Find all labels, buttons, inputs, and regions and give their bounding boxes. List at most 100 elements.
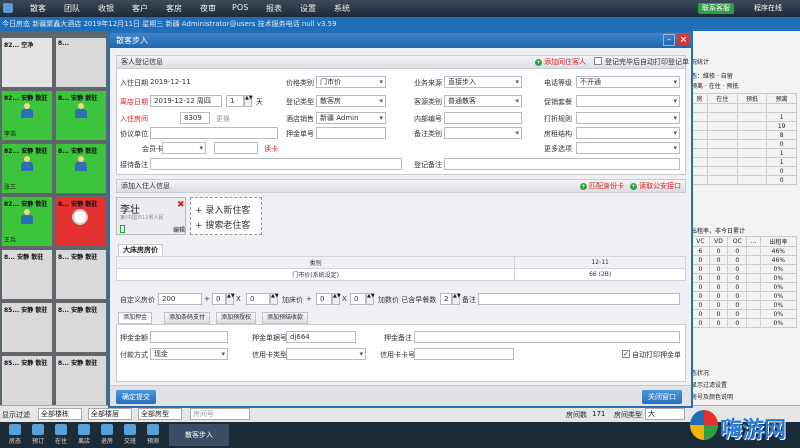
room-tile[interactable]: 82... 安静 散驻 张三 (1, 143, 53, 194)
stepper-1[interactable]: ▲▼ (226, 293, 235, 305)
auto-print-deposit-checkbox[interactable]: ✓ (622, 350, 630, 358)
deposit-no-input[interactable] (316, 127, 386, 139)
taskbar-item[interactable]: 预测 (144, 424, 162, 445)
extra-value-1[interactable]: 0 (212, 293, 226, 305)
tab-deposit[interactable]: 添加押金 (118, 312, 153, 324)
internal-no-input[interactable] (444, 112, 522, 124)
nav-item-walkin[interactable]: 散客 (30, 3, 46, 14)
discount-select[interactable] (576, 112, 680, 124)
member-card-select[interactable] (162, 142, 206, 154)
pay-method-select[interactable]: 现金 (150, 348, 228, 360)
more-options-select[interactable] (576, 142, 680, 154)
police-api-link[interactable]: + 读取公安接口 (630, 181, 681, 191)
credit-type-select[interactable] (286, 348, 366, 360)
room-type-select[interactable]: 全部房型 (138, 408, 182, 420)
nav-item-settings[interactable]: 设置 (300, 3, 316, 14)
online-status-button[interactable]: 程序在线 (752, 3, 784, 14)
taskbar-item[interactable]: 离店 (75, 424, 93, 445)
display-filter-settings-link[interactable]: 显示过滤设置 (691, 380, 727, 389)
match-id-card-link[interactable]: + 匹配身份卡 (580, 181, 624, 191)
change-room-link[interactable]: 更换 (216, 114, 230, 124)
room-number-field[interactable]: 8309 (180, 112, 210, 124)
room-tile[interactable]: 8... 安静 散驻 (55, 143, 107, 194)
taskbar-item[interactable]: 退房 (98, 424, 116, 445)
nav-item-night-audit[interactable]: 夜审 (200, 3, 216, 14)
stepper-4[interactable]: ▲▼ (366, 293, 375, 305)
price-type-select[interactable]: 门市价 (316, 76, 386, 88)
room-struct-select[interactable] (576, 127, 680, 139)
tab-prepay[interactable]: 添加预结收款 (262, 312, 309, 324)
backup-type-select[interactable] (444, 127, 522, 139)
read-card-link[interactable]: 读卡 (264, 144, 278, 154)
extra-value-2[interactable]: 0 (246, 293, 270, 305)
room-tile[interactable]: 8... 安静 散驻 (55, 302, 107, 353)
checkout-date-input[interactable]: 2019-12-12 周四 (150, 95, 222, 107)
agreement-input[interactable] (150, 127, 278, 139)
breakfast-stepper[interactable]: ▲▼ (452, 293, 461, 305)
floor-select[interactable]: 全部楼层 (88, 408, 132, 420)
reg-notes-input[interactable] (444, 158, 680, 170)
nav-item-cashier[interactable]: 收银 (98, 3, 114, 14)
customer-type-select[interactable]: 普通散客 (444, 95, 522, 107)
taskbar-active-window[interactable]: 散客步入 (169, 424, 229, 446)
deposit-amount-input[interactable] (150, 331, 228, 343)
room-tile[interactable]: 8... 安静 散驻 (55, 249, 107, 300)
nights-input[interactable]: 1 (226, 95, 244, 107)
taskbar-item[interactable]: 交班 (121, 424, 139, 445)
member-card-input[interactable] (214, 142, 258, 154)
guest-card[interactable]: 李壮 ✖ 第(中国)511男人民 编辑 (116, 197, 186, 235)
room-number-input[interactable]: 房间号 (190, 408, 250, 420)
credit-no-input[interactable] (414, 348, 514, 360)
auto-print-checkbox[interactable] (594, 57, 602, 65)
taskbar-item[interactable]: 在住 (52, 424, 70, 445)
reception-notes-input[interactable] (150, 158, 402, 170)
deposit-remark-input[interactable] (414, 331, 680, 343)
room-tile[interactable]: 8... 安静 散驻 (55, 355, 107, 406)
room-tile[interactable]: 85... 安静 散驻 (1, 355, 53, 406)
extra-value-4[interactable]: 0 (350, 293, 366, 305)
nav-item-pos[interactable]: POS (232, 3, 248, 12)
nav-item-group[interactable]: 团队 (64, 3, 80, 14)
room-tile[interactable]: 8... (55, 37, 107, 88)
room-tile[interactable]: 8... 安静 散驻 (55, 196, 107, 247)
nav-item-customer[interactable]: 客户 (132, 3, 148, 14)
nav-item-reports[interactable]: 报表 (266, 3, 282, 14)
remove-guest-icon[interactable]: ✖ (177, 200, 185, 210)
custom-price-input[interactable]: 200 (158, 293, 202, 305)
room-type-filter[interactable]: 大 (645, 408, 685, 420)
remarks-input[interactable] (478, 293, 680, 305)
building-select[interactable]: 全部楼栋 (38, 408, 82, 420)
nav-item-system[interactable]: 系统 (334, 3, 350, 14)
stepper-3[interactable]: ▲▼ (332, 293, 341, 305)
tab-room-price[interactable]: 大床房房价 (118, 244, 163, 256)
nights-stepper[interactable]: ▲▼ (244, 95, 253, 107)
minimize-button[interactable]: – (663, 34, 675, 46)
taskbar-item[interactable]: 预订 (29, 424, 47, 445)
source-select[interactable]: 直接步入 (444, 76, 522, 88)
color-legend-link[interactable]: 房号及颜色说明 (691, 392, 733, 401)
tab-preauth[interactable]: 添加预授权 (216, 312, 257, 324)
reg-type-select[interactable]: 散客房 (316, 95, 386, 107)
deposit-receipt-input[interactable]: dj664 (286, 331, 356, 343)
add-new-guest-button[interactable]: + 录入新住客 (195, 203, 250, 216)
contact-service-button[interactable]: 联系客服 (698, 3, 734, 14)
room-tile[interactable]: 82... 空净 (1, 37, 53, 88)
sales-select[interactable]: 新疆 Admin (316, 112, 386, 124)
stepper-2[interactable]: ▲▼ (270, 293, 279, 305)
search-old-guest-button[interactable]: + 搜索老住客 (195, 218, 250, 231)
close-window-button[interactable]: 关闭窗口 (642, 390, 682, 404)
room-tile[interactable]: 82... 安静 散驻 王兵 (1, 196, 53, 247)
confirm-button[interactable]: 确定提交 (116, 390, 156, 404)
nav-item-rooms[interactable]: 客房 (166, 3, 182, 14)
promo-select[interactable] (576, 95, 680, 107)
breakfast-input[interactable]: 2 (440, 293, 452, 305)
room-status-link[interactable]: 态状况 (691, 368, 709, 377)
extra-value-3[interactable]: 0 (316, 293, 332, 305)
taskbar-item[interactable]: 房态 (6, 424, 24, 445)
phone-level-select[interactable]: 不开通 (576, 76, 680, 88)
room-tile[interactable]: 8... 安静 散驻 (1, 249, 53, 300)
room-tile[interactable]: 82... 安静 散驻 李浩 (1, 90, 53, 141)
add-roommate-link[interactable]: + 添加同住客人 (535, 57, 586, 67)
room-tile[interactable]: 8... 安静 散驻 (55, 90, 107, 141)
room-tile[interactable]: 85... 安静 散驻 (1, 302, 53, 353)
